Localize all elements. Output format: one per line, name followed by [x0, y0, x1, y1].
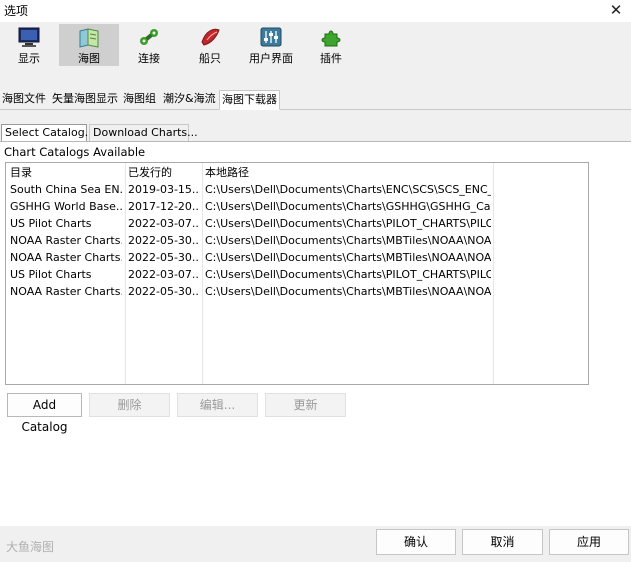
catalog-released: 2022-05-30... [128, 251, 200, 264]
catalog-name: NOAA Raster Charts... [10, 285, 122, 298]
toolbar-item-user-interface[interactable]: 用户界面 [244, 24, 298, 66]
update-button[interactable]: 更新 [265, 393, 346, 417]
column-header-catalog[interactable]: 目录 [10, 164, 122, 181]
toolbar-label: 海图 [78, 52, 100, 65]
toolbar-label: 插件 [320, 52, 342, 65]
toolbar-item-plugins[interactable]: 插件 [304, 24, 358, 66]
catalog-name: NOAA Raster Charts... [10, 251, 122, 264]
monitor-icon [18, 27, 40, 47]
toolbar-item-connections[interactable]: 连接 [122, 24, 176, 66]
tab-chart-downloader[interactable]: 海图下载器 [219, 90, 280, 110]
connection-icon [140, 29, 158, 45]
options-tabs: 海图文件 矢量海图显示 海图组 潮汐&海流 海图下载器 [0, 90, 631, 110]
catalog-path: C:\Users\Dell\Documents\Charts\ENC\SCS\S… [205, 183, 491, 196]
catalog-released: 2017-12-20... [128, 200, 200, 213]
catalog-path: C:\Users\Dell\Documents\Charts\PILOT_CHA… [205, 268, 491, 281]
edit-button[interactable]: 编辑... [177, 393, 258, 417]
chart-book-icon [79, 28, 99, 48]
catalog-released: 2022-03-07... [128, 268, 200, 281]
catalog-name: South China Sea EN... [10, 183, 122, 196]
tab-chart-groups[interactable]: 海图组 [121, 90, 158, 110]
select-catalog-panel: Chart Catalogs Available 目录 已发行的 本地路径 So… [0, 141, 631, 526]
toolbar-item-charts[interactable]: 海图 [59, 24, 119, 66]
title-bar: 选项 ✕ [0, 0, 631, 22]
watermark: 大鱼海图 [6, 540, 55, 554]
toolbar-item-ships[interactable]: 船只 [183, 24, 237, 66]
column-divider [493, 163, 494, 384]
toolbar-label: 显示 [18, 52, 40, 65]
column-divider [125, 163, 126, 384]
tab-tides-currents[interactable]: 潮汐&海流 [161, 90, 218, 110]
catalog-name: US Pilot Charts [10, 217, 92, 230]
catalog-path: C:\Users\Dell\Documents\Charts\PILOT_CHA… [205, 217, 491, 230]
catalog-released: 2022-03-07... [128, 217, 200, 230]
column-header-local-path[interactable]: 本地路径 [205, 164, 491, 181]
tab-vector-chart-display[interactable]: 矢量海图显示 [50, 90, 120, 110]
catalog-list[interactable]: 目录 已发行的 本地路径 South China Sea EN... 2019-… [5, 162, 589, 385]
column-header-released[interactable]: 已发行的 [128, 164, 200, 181]
catalog-path: C:\Users\Dell\Documents\Charts\GSHHG\GSH… [205, 200, 491, 213]
column-divider [202, 163, 203, 384]
catalog-name: NOAA Raster Charts... [10, 234, 122, 247]
toolbar-label: 用户界面 [249, 52, 293, 65]
catalog-name: US Pilot Charts [10, 268, 92, 281]
section-label: Chart Catalogs Available [4, 145, 146, 159]
dialog-footer: 大鱼海图 确认 取消 应用 [0, 526, 631, 562]
cancel-button[interactable]: 取消 [462, 529, 543, 555]
window-title: 选项 [4, 4, 29, 18]
catalog-path: C:\Users\Dell\Documents\Charts\MBTiles\N… [205, 285, 491, 298]
tab-select-catalog[interactable]: Select Catalog... [1, 124, 95, 142]
catalog-path: C:\Users\Dell\Documents\Charts\MBTiles\N… [205, 251, 491, 264]
puzzle-icon [321, 30, 341, 47]
sliders-icon [260, 27, 282, 47]
ship-icon [201, 28, 220, 46]
toolbar-item-display[interactable]: 显示 [2, 24, 56, 66]
close-icon[interactable]: ✕ [605, 0, 627, 20]
catalog-released: 2022-05-30... [128, 285, 200, 298]
tab-chart-files[interactable]: 海图文件 [0, 90, 48, 110]
toolbar-label: 船只 [199, 52, 221, 65]
apply-button[interactable]: 应用 [549, 529, 629, 555]
delete-button[interactable]: 删除 [89, 393, 170, 417]
catalog-released: 2022-05-30... [128, 234, 200, 247]
catalog-released: 2019-03-15... [128, 183, 200, 196]
ok-button[interactable]: 确认 [376, 529, 456, 555]
add-catalog-button[interactable]: Add Catalog [7, 393, 82, 434]
options-toolbar: 显示 海图 连接 船只 用户界面 插件 [0, 22, 631, 68]
toolbar-label: 连接 [138, 52, 160, 65]
tab-download-charts[interactable]: Download Charts... [89, 124, 198, 142]
catalog-name: GSHHG World Base... [10, 200, 122, 213]
catalog-path: C:\Users\Dell\Documents\Charts\MBTiles\N… [205, 234, 491, 247]
